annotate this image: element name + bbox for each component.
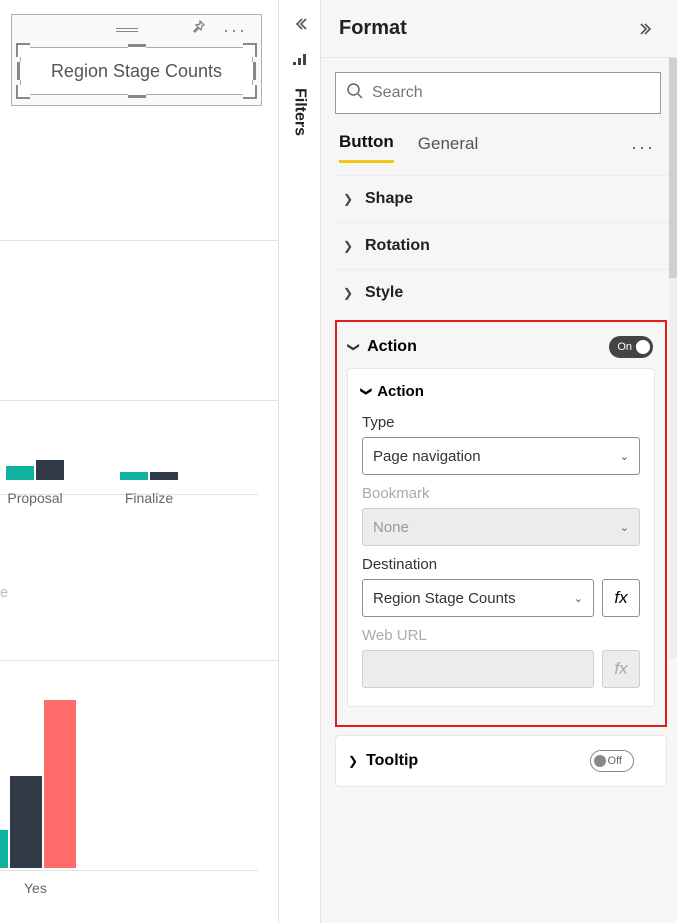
button-visual[interactable]: Region Stage Counts	[20, 47, 253, 95]
gridline	[0, 400, 278, 401]
chevron-right-icon: ❯	[343, 239, 357, 253]
weburl-label: Web URL	[362, 627, 640, 644]
bookmark-value: None	[373, 519, 409, 536]
resize-handle-tm[interactable]	[128, 44, 146, 50]
truncated-axis-label: e	[0, 584, 8, 601]
format-pane: Format Button General ··· ❯ Shape ❯ Rota…	[321, 0, 677, 923]
bookmark-label: Bookmark	[362, 485, 640, 502]
toggle-knob	[594, 755, 606, 767]
toggle-off-label: Off	[608, 755, 622, 767]
expand-pane-button[interactable]	[635, 17, 659, 41]
bar-label: Finalize	[125, 490, 173, 506]
section-tooltip[interactable]: ❯ Tooltip Off	[335, 735, 667, 787]
tab-general[interactable]: General	[418, 134, 478, 162]
action-subsection[interactable]: ❯ Action	[362, 383, 640, 400]
destination-label: Destination	[362, 556, 640, 573]
bar-group-finalize: Finalize	[120, 460, 178, 480]
button-visual-text: Region Stage Counts	[51, 61, 222, 82]
section-label: Shape	[365, 190, 661, 208]
search-box[interactable]	[335, 72, 661, 114]
resize-handle-tr[interactable]	[243, 43, 257, 57]
gridline	[0, 660, 278, 661]
tooltip-label: Tooltip	[366, 752, 581, 770]
chevron-right-icon: ❯	[343, 286, 357, 300]
resize-handle-tl[interactable]	[16, 43, 30, 57]
format-body: Button General ··· ❯ Shape ❯ Rotation ❯ …	[321, 58, 677, 923]
format-header: Format	[321, 0, 677, 58]
weburl-fx-button: fx	[602, 650, 640, 688]
search-input[interactable]	[372, 84, 650, 102]
tab-button[interactable]: Button	[339, 132, 394, 163]
bar	[150, 472, 178, 480]
format-tabs: Button General ···	[335, 132, 671, 169]
weburl-input	[362, 650, 594, 688]
toggle-knob	[636, 340, 650, 354]
button-visual-container[interactable]: ··· Region Stage Counts	[11, 14, 262, 106]
action-toggle[interactable]: On	[609, 336, 653, 358]
action-sub-label: Action	[377, 383, 424, 400]
type-label: Type	[362, 414, 640, 431]
resize-handle-bl[interactable]	[16, 85, 30, 99]
bar	[36, 460, 64, 480]
more-options-icon[interactable]: ···	[223, 20, 247, 41]
filters-label[interactable]: Filters	[291, 88, 309, 136]
tabs-more-icon[interactable]: ···	[631, 137, 667, 158]
pin-icon[interactable]	[191, 20, 207, 41]
chevron-down-icon: ❯	[347, 342, 361, 352]
section-label: Rotation	[365, 237, 661, 255]
format-title: Format	[339, 17, 635, 40]
bar-label: Proposal	[7, 490, 62, 506]
resize-handle-rm[interactable]	[250, 62, 256, 80]
scrollbar[interactable]	[669, 58, 677, 658]
scrollbar-thumb[interactable]	[669, 58, 677, 278]
chart2-baseline	[0, 870, 258, 871]
report-canvas[interactable]: ··· Region Stage Counts Proposal Finaliz…	[0, 0, 279, 923]
bar	[10, 776, 42, 868]
fx-label: fx	[614, 588, 627, 608]
resize-handle-br[interactable]	[243, 85, 257, 99]
collapse-filters-button[interactable]	[288, 12, 312, 36]
section-shape[interactable]: ❯ Shape	[335, 175, 671, 222]
gridline	[0, 240, 278, 241]
chevron-down-icon: ⌄	[620, 450, 629, 463]
bar	[6, 466, 34, 480]
chart2-category-label: Yes	[24, 880, 47, 896]
destination-fx-button[interactable]: fx	[602, 579, 640, 617]
bar-group-proposal: Proposal	[6, 460, 64, 480]
chevron-right-icon: ❯	[343, 192, 357, 206]
section-rotation[interactable]: ❯ Rotation	[335, 222, 671, 269]
action-card: ❯ Action Type Page navigation ⌄ Bookmark…	[347, 368, 655, 707]
type-select[interactable]: Page navigation ⌄	[362, 437, 640, 475]
bar	[44, 700, 76, 868]
visual-header: ···	[12, 15, 261, 45]
destination-value: Region Stage Counts	[373, 590, 516, 607]
toggle-on-label: On	[617, 341, 632, 353]
filters-icon	[293, 52, 307, 68]
section-action[interactable]: ❯ Action On	[347, 332, 655, 368]
fx-label: fx	[614, 659, 627, 679]
chart2	[0, 700, 76, 868]
section-style[interactable]: ❯ Style	[335, 269, 671, 316]
chevron-down-icon: ❯	[360, 387, 373, 396]
chevron-right-icon: ❯	[348, 754, 358, 768]
bar	[0, 830, 8, 868]
chevron-down-icon: ⌄	[574, 592, 583, 605]
section-label: Style	[365, 284, 661, 302]
resize-handle-bm[interactable]	[128, 92, 146, 98]
resize-handle-lm[interactable]	[17, 62, 23, 80]
filters-pane-collapsed: Filters	[279, 0, 321, 923]
section-label: Action	[367, 338, 601, 356]
drag-handle-icon[interactable]	[116, 28, 138, 32]
chart1: Proposal Finalize	[6, 460, 178, 480]
search-icon	[346, 82, 364, 105]
chevron-down-icon: ⌄	[620, 521, 629, 534]
destination-select[interactable]: Region Stage Counts ⌄	[362, 579, 594, 617]
action-section-highlight: ❯ Action On document.querySelector('[dat…	[335, 320, 667, 727]
bar	[120, 472, 148, 480]
type-value: Page navigation	[373, 448, 481, 465]
bookmark-select: None ⌄	[362, 508, 640, 546]
